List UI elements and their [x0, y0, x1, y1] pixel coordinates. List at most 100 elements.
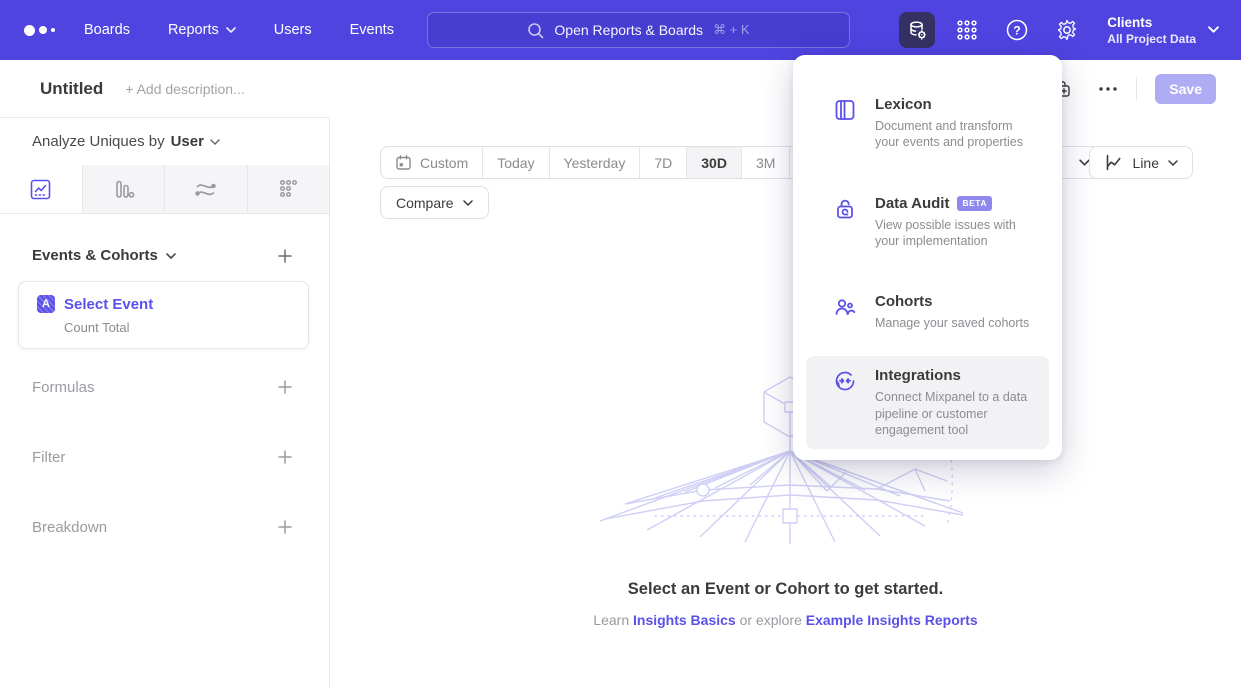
empty-state-links: Learn Insights Basics or explore Example…	[330, 612, 1241, 628]
nav-reports-label: Reports	[168, 22, 219, 38]
nav-users[interactable]: Users	[274, 22, 312, 38]
plus-icon	[277, 519, 293, 535]
gear-icon	[1054, 17, 1080, 43]
date-range-30d-label: 30D	[701, 155, 727, 171]
beta-badge: BETA	[957, 196, 992, 211]
tab-insights-line[interactable]	[0, 165, 83, 213]
filter-section: Filter	[32, 447, 293, 467]
mixpanel-logo[interactable]	[24, 25, 64, 36]
top-navigation: Boards Reports Users Events Open Reports…	[0, 0, 1241, 60]
date-range-today[interactable]: Today	[483, 147, 549, 178]
empty-state-title: Select an Event or Cohort to get started…	[330, 580, 1241, 599]
plus-icon	[277, 379, 293, 395]
menu-item-lexicon[interactable]: Lexicon Document and transform your even…	[806, 85, 1049, 162]
select-event-label[interactable]: Select Event	[64, 296, 153, 313]
cohorts-title: Cohorts	[875, 293, 933, 310]
analyze-value: User	[171, 133, 204, 150]
nav-boards[interactable]: Boards	[84, 22, 130, 38]
integrations-description: Connect Mixpanel to a data pipeline or c…	[875, 389, 1037, 438]
integrations-title: Integrations	[875, 367, 961, 384]
events-cohorts-section: Events & Cohorts	[32, 247, 293, 264]
integrations-sync-icon	[833, 369, 857, 393]
lexicon-title: Lexicon	[875, 96, 932, 113]
nav-events[interactable]: Events	[350, 22, 394, 38]
project-switcher[interactable]: Clients All Project Data	[1107, 14, 1219, 46]
plus-icon	[277, 449, 293, 465]
plus-icon	[277, 248, 293, 264]
chevron-down-icon	[1168, 160, 1178, 166]
settings-button[interactable]	[1049, 12, 1085, 48]
date-range-custom-label: Custom	[420, 155, 468, 171]
cohorts-description: Manage your saved cohorts	[875, 315, 1029, 331]
cohorts-people-icon	[833, 295, 857, 319]
tab-bar-chart[interactable]	[83, 165, 166, 213]
global-search-input[interactable]: Open Reports & Boards ⌘ + K	[427, 12, 850, 48]
date-range-yesterday[interactable]: Yesterday	[550, 147, 641, 178]
save-button[interactable]: Save	[1155, 74, 1216, 104]
apps-grid-button[interactable]	[949, 12, 985, 48]
line-chart-tab-icon	[29, 178, 52, 201]
nav-boards-label: Boards	[84, 22, 130, 38]
nav-events-label: Events	[350, 22, 394, 38]
tab-flow-chart[interactable]	[165, 165, 248, 213]
bar-chart-tab-icon	[112, 178, 135, 201]
org-name: Clients	[1107, 14, 1196, 32]
analyze-label: Analyze Uniques by	[32, 133, 165, 150]
lexicon-book-icon	[833, 98, 857, 122]
tab-scatter-chart[interactable]	[248, 165, 330, 213]
report-canvas: Custom Today Yesterday 7D 30D 3M 6M Line…	[330, 117, 1241, 688]
data-audit-description: View possible issues with your implement…	[875, 217, 1037, 250]
count-total-selector[interactable]: Count Total	[64, 320, 308, 335]
date-range-yesterday-label: Yesterday	[564, 155, 626, 171]
header-divider	[1136, 77, 1137, 101]
date-range-7d-label: 7D	[654, 155, 672, 171]
events-cohorts-label: Events & Cohorts	[32, 247, 158, 264]
calendar-icon	[395, 154, 412, 171]
grid-icon	[954, 17, 980, 43]
more-options-button[interactable]	[1098, 86, 1118, 92]
chart-type-dropdown[interactable]: Line	[1089, 146, 1193, 179]
example-reports-link[interactable]: Example Insights Reports	[806, 612, 978, 628]
help-button[interactable]: ?	[999, 12, 1035, 48]
report-title[interactable]: Untitled	[40, 79, 103, 99]
event-card[interactable]: A Select Event Count Total	[18, 281, 309, 349]
date-range-7d[interactable]: 7D	[640, 147, 687, 178]
database-gear-icon	[905, 18, 929, 42]
chevron-down-icon	[1208, 26, 1219, 33]
data-audit-title: Data Audit	[875, 195, 949, 212]
search-icon	[527, 22, 544, 39]
lexicon-description: Document and transform your events and p…	[875, 118, 1037, 151]
help-icon: ?	[1004, 17, 1030, 43]
search-placeholder: Open Reports & Boards	[554, 22, 703, 38]
add-breakdown-button[interactable]	[277, 519, 293, 535]
report-description-placeholder[interactable]: + Add description...	[125, 81, 244, 97]
date-range-30d[interactable]: 30D	[687, 147, 742, 178]
analyze-by-dropdown[interactable]: User	[171, 133, 220, 150]
filter-label: Filter	[32, 449, 65, 466]
flow-tab-icon	[194, 178, 217, 201]
add-formula-button[interactable]	[277, 379, 293, 395]
breakdown-section: Breakdown	[32, 517, 293, 537]
events-cohorts-dropdown[interactable]: Events & Cohorts	[32, 247, 176, 264]
insights-basics-link[interactable]: Insights Basics	[633, 612, 736, 628]
data-management-menu: Lexicon Document and transform your even…	[793, 55, 1062, 460]
query-builder-sidebar: Analyze Uniques by User	[0, 117, 330, 688]
add-filter-button[interactable]	[277, 449, 293, 465]
nav-reports[interactable]: Reports	[168, 22, 236, 38]
scatter-tab-icon	[277, 178, 300, 201]
date-range-3m[interactable]: 3M	[742, 147, 790, 178]
add-event-button[interactable]	[277, 248, 293, 264]
chevron-down-icon	[463, 200, 473, 206]
search-shortcut: ⌘ + K	[713, 22, 750, 38]
ellipsis-icon	[1098, 86, 1118, 92]
chevron-down-icon	[210, 139, 220, 145]
data-management-button[interactable]	[899, 12, 935, 48]
date-range-custom[interactable]: Custom	[381, 147, 483, 178]
menu-item-integrations[interactable]: Integrations Connect Mixpanel to a data …	[806, 356, 1049, 449]
menu-item-cohorts[interactable]: Cohorts Manage your saved cohorts	[806, 282, 1049, 342]
project-name: All Project Data	[1107, 32, 1196, 46]
compare-button[interactable]: Compare	[380, 186, 489, 219]
menu-item-data-audit[interactable]: Data Audit BETA View possible issues wit…	[806, 184, 1049, 261]
nav-users-label: Users	[274, 22, 312, 38]
compare-label: Compare	[396, 195, 454, 211]
